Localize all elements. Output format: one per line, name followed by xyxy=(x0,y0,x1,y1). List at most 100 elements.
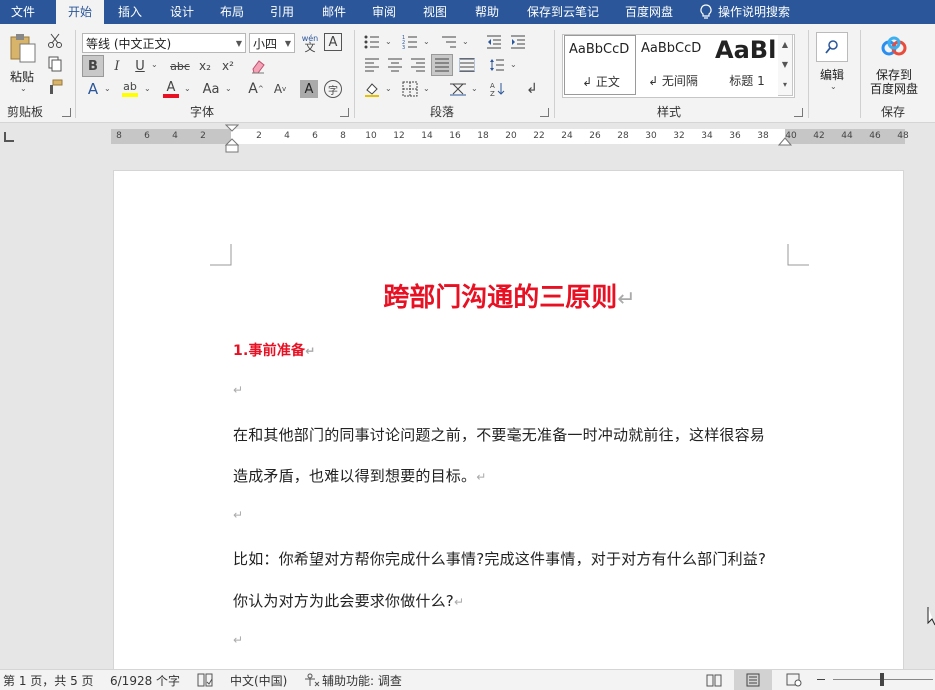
document-page[interactable]: 跨部门沟通的三原则↵ 1.事前准备↵ ↵ 在和其他部门的同事讨论问题之前，不要毫… xyxy=(113,170,904,670)
empty-paragraph[interactable]: ↵ xyxy=(233,630,243,648)
character-shading-button[interactable]: A xyxy=(300,80,318,98)
style-no-spacing[interactable]: AaBbCcD ↲ 无间隔 xyxy=(637,35,709,95)
paste-icon[interactable] xyxy=(8,32,38,64)
tab-insert[interactable]: 插入 xyxy=(108,0,152,24)
font-launcher-icon[interactable] xyxy=(340,108,349,117)
heading-1[interactable]: 1.事前准备↵ xyxy=(233,340,316,360)
shading-icon[interactable] xyxy=(362,78,382,100)
clipboard-launcher-icon[interactable] xyxy=(62,108,71,117)
highlight-dropdown-icon[interactable]: ⌄ xyxy=(144,84,151,93)
change-case-dropdown-icon[interactable]: ⌄ xyxy=(225,84,232,93)
numbering-icon[interactable]: 123 xyxy=(400,32,420,52)
font-color-dropdown-icon[interactable]: ⌄ xyxy=(184,84,191,93)
clear-formatting-icon[interactable] xyxy=(248,55,268,77)
grow-font-button[interactable]: A ^ xyxy=(246,78,266,100)
bullets-dropdown-icon[interactable]: ⌄ xyxy=(385,37,392,46)
align-left-icon[interactable] xyxy=(362,55,382,75)
phonetic-guide-icon[interactable]: wén 文 xyxy=(299,32,321,54)
scroll-up-icon[interactable]: ▲ xyxy=(778,35,792,55)
paste-button[interactable]: 粘贴 xyxy=(10,68,34,85)
body-line-4[interactable]: 你认为对方为此会要求你做什么?↵ xyxy=(233,590,464,611)
style-normal[interactable]: AaBbCcD ↲ 正文 xyxy=(564,35,636,95)
sort-icon[interactable]: AZ xyxy=(487,78,507,100)
align-center-icon[interactable] xyxy=(385,55,405,75)
language-status[interactable]: 中文(中国) xyxy=(230,672,287,689)
style-heading-1[interactable]: AaBl 标题 1 xyxy=(711,35,783,95)
change-case-button[interactable]: Aa xyxy=(198,78,224,100)
increase-indent-icon[interactable] xyxy=(508,32,528,52)
tab-references[interactable]: 引用 xyxy=(260,0,304,24)
body-line-3[interactable]: 比如：你希望对方帮你完成什么事情?完成这件事情，对于对方有什么部门利益? xyxy=(233,548,766,569)
word-count-status[interactable]: 6/1928 个字 xyxy=(110,672,180,689)
print-layout-button[interactable] xyxy=(734,670,772,690)
search-icon[interactable] xyxy=(816,32,848,62)
line-spacing-icon[interactable] xyxy=(487,55,507,75)
zoom-out-icon[interactable] xyxy=(817,679,825,680)
tab-help[interactable]: 帮助 xyxy=(465,0,509,24)
align-right-icon[interactable] xyxy=(408,55,428,75)
shading-dropdown-icon[interactable]: ⌄ xyxy=(385,84,392,93)
tab-baidu-netdisk[interactable]: 百度网盘 xyxy=(616,0,682,24)
body-line-1[interactable]: 在和其他部门的同事讨论问题之前，不要毫无准备一时冲动就前往，这样很容易 xyxy=(233,424,765,445)
document-title[interactable]: 跨部门沟通的三原则↵ xyxy=(114,277,905,314)
tab-design[interactable]: 设计 xyxy=(160,0,204,24)
bullets-icon[interactable] xyxy=(362,32,382,52)
copy-icon[interactable] xyxy=(46,55,64,73)
borders-icon[interactable] xyxy=(400,78,420,100)
subscript-button[interactable]: x₂ xyxy=(195,55,215,77)
styles-scroll[interactable]: ▲ ▼ ▾ xyxy=(778,34,793,96)
baidu-cloud-icon[interactable] xyxy=(879,34,909,62)
decrease-indent-icon[interactable] xyxy=(484,32,504,52)
editing-button[interactable]: 编辑 xyxy=(820,66,844,83)
highlight-color-icon[interactable]: ab xyxy=(119,78,141,100)
web-layout-icon[interactable] xyxy=(786,673,802,687)
show-marks-icon[interactable]: ↲ xyxy=(522,78,542,100)
zoom-slider-thumb[interactable] xyxy=(880,673,884,686)
tab-layout[interactable]: 布局 xyxy=(210,0,254,24)
empty-paragraph[interactable]: ↵ xyxy=(233,505,243,523)
font-color-icon[interactable]: A xyxy=(160,78,182,100)
editing-dropdown-icon[interactable]: ⌄ xyxy=(830,82,837,91)
tab-stop-selector-icon[interactable] xyxy=(4,132,14,142)
tab-view[interactable]: 视图 xyxy=(413,0,457,24)
page-count-status[interactable]: 第 1 页，共 5 页 xyxy=(3,672,94,689)
numbering-dropdown-icon[interactable]: ⌄ xyxy=(423,37,430,46)
accessibility-status[interactable]: 辅助功能: 调查 xyxy=(322,672,402,689)
scroll-down-icon[interactable]: ▼ xyxy=(778,55,792,75)
text-effects-icon[interactable]: A xyxy=(84,78,102,100)
chinese-layout-dropdown-icon[interactable]: ⌄ xyxy=(471,84,478,93)
more-styles-icon[interactable]: ▾ xyxy=(778,75,792,95)
enclose-characters-button[interactable]: 字 xyxy=(324,80,342,98)
strikethrough-button[interactable]: abc xyxy=(167,55,193,77)
character-border-icon[interactable]: A xyxy=(324,33,342,51)
borders-dropdown-icon[interactable]: ⌄ xyxy=(423,84,430,93)
multilevel-list-icon[interactable] xyxy=(439,32,459,52)
tab-file[interactable]: 文件 xyxy=(0,0,46,24)
proofing-book-icon[interactable] xyxy=(197,673,213,687)
shrink-font-button[interactable]: Av xyxy=(270,78,290,100)
save-to-baidu-button[interactable]: 保存到 百度网盘 xyxy=(866,68,922,96)
text-effects-dropdown-icon[interactable]: ⌄ xyxy=(104,84,111,93)
tab-home[interactable]: 开始 xyxy=(56,0,104,24)
tab-review[interactable]: 审阅 xyxy=(362,0,406,24)
font-size-combobox[interactable]: 小四 ▼ xyxy=(249,33,295,53)
read-mode-icon[interactable] xyxy=(706,673,722,687)
line-spacing-dropdown-icon[interactable]: ⌄ xyxy=(510,60,517,69)
multilevel-dropdown-icon[interactable]: ⌄ xyxy=(462,37,469,46)
cut-icon[interactable] xyxy=(46,32,64,50)
justify-icon[interactable] xyxy=(431,54,453,76)
empty-paragraph[interactable]: ↵ xyxy=(233,380,243,398)
right-indent-marker-icon[interactable] xyxy=(778,136,792,146)
distributed-icon[interactable] xyxy=(457,55,477,75)
styles-launcher-icon[interactable] xyxy=(794,108,803,117)
superscript-button[interactable]: x² xyxy=(218,55,238,77)
body-line-2[interactable]: 造成矛盾，也难以得到想要的目标。↵ xyxy=(233,465,486,486)
paste-dropdown-icon[interactable]: ⌄ xyxy=(20,84,27,93)
format-painter-icon[interactable] xyxy=(46,78,64,96)
chinese-layout-icon[interactable] xyxy=(448,78,468,100)
paragraph-launcher-icon[interactable] xyxy=(540,108,549,117)
italic-button[interactable]: I xyxy=(107,55,127,77)
accessibility-icon[interactable] xyxy=(304,673,320,687)
font-name-combobox[interactable]: 等线 (中文正文) ▼ xyxy=(82,33,246,53)
tab-mailings[interactable]: 邮件 xyxy=(312,0,356,24)
